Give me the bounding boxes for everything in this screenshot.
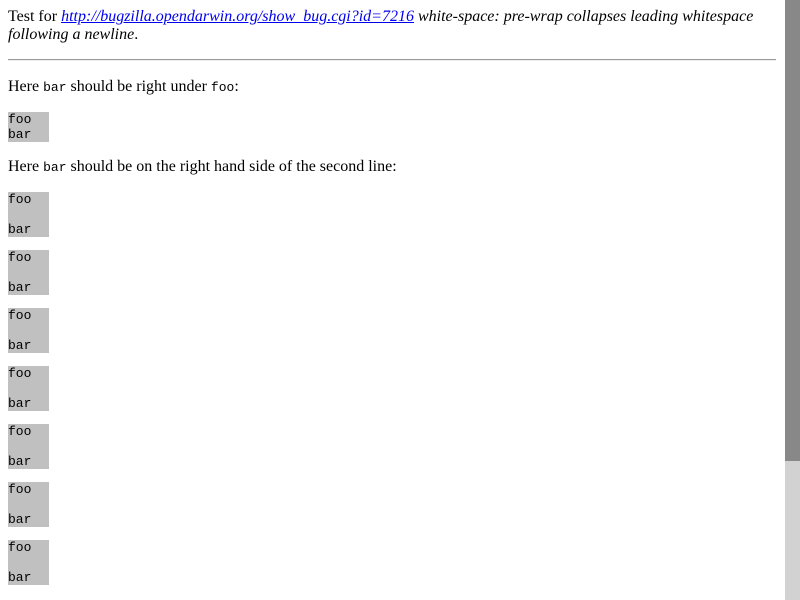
box-line-bar: bar [8, 570, 32, 585]
section2-text-before: Here [8, 158, 44, 175]
box-line-blank [8, 323, 49, 338]
page-content: Test for http://bugzilla.opendarwin.org/… [8, 8, 776, 585]
section1-label: Here bar should be right under foo: [8, 78, 239, 97]
box-line-foo: foo [8, 540, 32, 555]
section1-text-before: Here [8, 78, 44, 95]
section2-text-after: should be on the right hand side of the … [66, 158, 397, 175]
vertical-scrollbar[interactable] [785, 0, 800, 600]
pre-wrap-box-under: foo bar [8, 112, 49, 142]
box-line-bar: bar [8, 338, 32, 353]
box-line-blank [8, 497, 49, 512]
box-line-foo: foo [8, 112, 32, 127]
section1-code-bar: bar [43, 80, 67, 95]
box-line-foo: foo [8, 424, 32, 439]
section1-text-middle: should be right under [66, 78, 211, 95]
intro-paragraph: Test for http://bugzilla.opendarwin.org/… [8, 8, 776, 44]
box-line-bar: bar [8, 127, 32, 142]
section2-label: Here bar should be on the right hand sid… [8, 158, 397, 177]
horizontal-divider [8, 59, 776, 61]
box-line-blank [8, 555, 49, 570]
box-line-blank [8, 207, 49, 222]
box-line-foo: foo [8, 308, 32, 323]
box-line-blank [8, 439, 49, 454]
intro-period: . [134, 26, 139, 43]
section1-text-after: : [234, 78, 239, 95]
pre-wrap-box: foo bar [8, 540, 49, 585]
section2-code-bar: bar [43, 160, 67, 175]
box-line-bar: bar [8, 222, 32, 237]
box-line-bar: bar [8, 454, 32, 469]
box-line-foo: foo [8, 482, 32, 497]
box-line-blank [8, 265, 49, 280]
box-line-foo: foo [8, 250, 32, 265]
box-line-foo: foo [8, 366, 32, 381]
box-line-bar: bar [8, 280, 32, 295]
box-line-blank [8, 381, 49, 396]
intro-prefix: Test for [8, 8, 62, 25]
section1-code-foo: foo [210, 80, 235, 95]
box-line-foo: foo [8, 192, 32, 207]
pre-wrap-box: foo bar [8, 192, 49, 237]
pre-wrap-box: foo bar [8, 308, 49, 353]
bug-link[interactable]: http://bugzilla.opendarwin.org/show_bug.… [61, 8, 414, 25]
box-line-bar: bar [8, 512, 32, 527]
pre-wrap-box: foo bar [8, 250, 49, 295]
box-line-bar: bar [8, 396, 32, 411]
pre-wrap-box: foo bar [8, 366, 49, 411]
pre-wrap-box: foo bar [8, 424, 49, 469]
scrollbar-thumb[interactable] [785, 0, 800, 461]
pre-wrap-box: foo bar [8, 482, 49, 527]
